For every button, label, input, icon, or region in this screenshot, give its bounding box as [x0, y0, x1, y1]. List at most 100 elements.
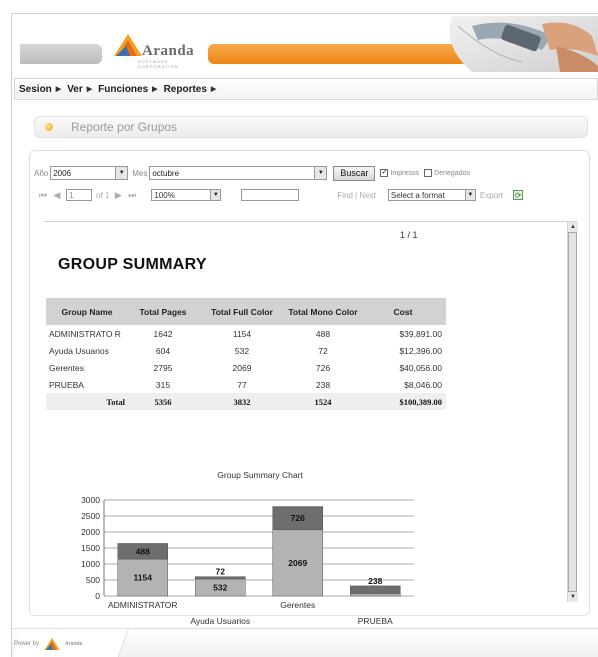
cell-cost: $100,389.00 [360, 393, 446, 410]
page-input[interactable]: 1 [66, 189, 92, 201]
cell-mono-color: 726 [315, 362, 331, 373]
menu-label: Funciones [98, 83, 149, 95]
cell-mono-color: 488 [315, 328, 331, 339]
x-tick-label: Ayuda Usuarios [190, 616, 250, 626]
caret-right-icon: ▶ [152, 86, 158, 93]
header-gray-bar [20, 44, 102, 64]
cell-group-name: Ayuda Usuarios [49, 345, 109, 356]
zoom-select[interactable]: 100% ▼ [151, 189, 222, 201]
y-tick-label: 0 [95, 591, 100, 601]
next-page-icon[interactable]: ▶ [113, 190, 123, 201]
menu-label: Ver [67, 83, 83, 95]
report-viewer: 1 / 1 GROUP SUMMARY Group Name Total Pag… [44, 221, 578, 626]
footer: Power by Aranda [12, 628, 598, 657]
find-next-link[interactable]: Find | Next [337, 191, 376, 200]
year-select[interactable]: 2006 ▼ [50, 166, 129, 180]
menu-reportes[interactable]: Reportes ▶ [164, 84, 217, 95]
data-label: 238 [368, 576, 382, 586]
cell-total-pages: 315 [155, 379, 171, 390]
x-tick-label: Gerentes [280, 600, 315, 610]
scroll-down-icon[interactable]: ▼ [568, 592, 578, 602]
caret-right-icon: ▶ [210, 86, 217, 93]
refresh-icon[interactable]: ⟳ [513, 190, 524, 200]
menu-sesion[interactable]: Sesion ▶ [19, 84, 61, 95]
chart-title: Group Summary Chart [217, 470, 303, 480]
scroll-up-icon[interactable]: ▲ [568, 222, 578, 232]
y-tick-label: 2000 [81, 527, 100, 537]
data-label: 2069 [288, 558, 307, 568]
year-value: 2006 [53, 168, 72, 178]
scroll-thumb[interactable] [568, 232, 577, 592]
aranda-logo-icon [114, 34, 142, 56]
x-tick-label: ADMINISTRATOR [108, 600, 178, 610]
report-title-panel: Reporte por Grupos [34, 116, 588, 138]
denied-checkbox[interactable] [424, 169, 433, 177]
caret-right-icon: ▶ [55, 86, 62, 93]
y-tick-label: 500 [86, 575, 100, 585]
group-summary-chart: Group Summary Chart 0 500 1000 1500 2000 2500 3… [52, 470, 432, 626]
format-select[interactable]: Select a format ▼ [387, 189, 476, 201]
app-frame: Aranda SOFTWARE CORPORATION Sesion ▶ Ver… [11, 13, 598, 657]
header-banner: Aranda SOFTWARE CORPORATION [12, 14, 598, 74]
bar-segment [350, 585, 401, 594]
col-header: Total Pages [128, 298, 198, 325]
x-tick-label: PRUEBA [358, 616, 393, 626]
chevron-down-icon: ▼ [314, 167, 327, 179]
brand-logo: Aranda SOFTWARE CORPORATION [110, 32, 206, 69]
footer-brand-name: Aranda [65, 641, 83, 647]
menu-ver[interactable]: Ver ▶ [67, 84, 92, 95]
panel-title: Reporte por Grupos [71, 120, 178, 134]
cell-mono-color: 72 [318, 345, 328, 356]
report-panel: Año 2006 ▼ Mes octubre ▼ Buscar ✓ Impres… [29, 150, 590, 626]
col-header: Total Mono Color [286, 298, 360, 325]
search-button[interactable]: Buscar [333, 165, 376, 181]
month-value: octubre [152, 168, 180, 178]
table-row: PRUEBA 315 77 238 $8,046.00 [46, 376, 446, 393]
chevron-down-icon: ▼ [464, 190, 475, 200]
cell-full-color: 3832 [198, 393, 286, 410]
table-header-row: Group Name Total Pages Total Full Color … [46, 298, 446, 325]
cell-total-pages: 5356 [128, 393, 198, 410]
vertical-scrollbar[interactable]: ▲ ▼ [567, 222, 578, 602]
cell-cost: $39,891.00 [399, 328, 442, 339]
table-row: Gerentes 2795 2069 726 $40,056.00 [46, 359, 446, 376]
table-row: ADMINISTRATO R 1642 1154 488 $39,891.00 [46, 325, 446, 342]
year-label: Año [34, 168, 49, 178]
last-page-icon[interactable]: ⏭ [127, 190, 137, 201]
cell-total-pages: 1642 [153, 328, 173, 339]
y-tick-label: 2500 [81, 511, 100, 521]
aranda-logo-icon [44, 638, 60, 650]
cell-cost: $8,046.00 [404, 379, 442, 390]
month-select[interactable]: octubre ▼ [149, 166, 328, 180]
powered-by-label: Power by [14, 641, 40, 647]
cell-group-name: Gerentes [49, 362, 84, 373]
table-row: Ayuda Usuarios 604 532 72 $12,396.00 [46, 342, 446, 359]
report-heading: GROUP SUMMARY [58, 256, 207, 273]
cell-total-pages: 2795 [153, 362, 173, 373]
find-input[interactable] [241, 189, 300, 201]
cell-group-name: PRUEBA [49, 379, 84, 390]
data-label: 488 [136, 546, 150, 556]
menu-funciones[interactable]: Funciones ▶ [98, 84, 157, 95]
brand-name: Aranda [142, 43, 195, 59]
main-menu-bar: Sesion ▶ Ver ▶ Funciones ▶ Reportes ▶ [14, 78, 598, 100]
chevron-down-icon: ▼ [210, 190, 221, 200]
data-label: 532 [213, 582, 227, 592]
col-header: Cost [360, 298, 446, 325]
group-summary-table: Group Name Total Pages Total Full Color … [46, 298, 446, 410]
data-label: 72 [216, 567, 226, 577]
brand-tagline: SOFTWARE CORPORATION [138, 59, 179, 69]
zoom-value: 100% [154, 190, 175, 200]
export-link[interactable]: Export [480, 191, 503, 200]
y-tick-label: 3000 [81, 495, 100, 505]
printed-checkbox[interactable]: ✓ [380, 169, 389, 177]
cell-mono-color: 238 [315, 379, 331, 390]
prev-page-icon[interactable]: ◀ [52, 190, 62, 201]
first-page-icon[interactable]: ⏮ [38, 190, 48, 201]
page-count: of 1 [96, 190, 110, 200]
bar-segment [195, 576, 246, 580]
printed-label: Impresos [390, 169, 420, 177]
footer-branding: Power by Aranda [14, 637, 82, 651]
cell-full-color: 77 [237, 379, 247, 390]
cell-cost: $12,396.00 [399, 345, 442, 356]
